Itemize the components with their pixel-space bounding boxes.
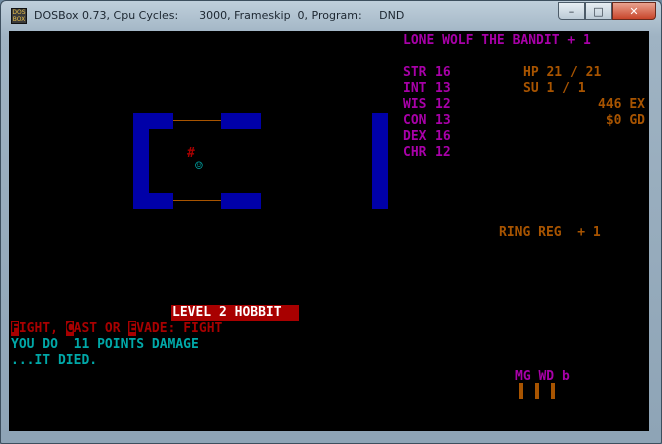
indicator-bar xyxy=(535,383,539,399)
maximize-button[interactable]: □ xyxy=(585,2,612,20)
stat-value: 13 xyxy=(435,113,451,128)
stat-name: STR xyxy=(403,65,427,80)
wall-segment xyxy=(133,193,173,209)
fight-hotkey[interactable]: F xyxy=(11,321,19,336)
chosen-action: FIGHT xyxy=(183,321,223,336)
door-line xyxy=(173,120,221,121)
evade-option: VADE: xyxy=(136,321,184,336)
stat-name: DEX xyxy=(403,129,427,144)
stat-name: WIS xyxy=(403,97,427,112)
door-line xyxy=(173,200,221,201)
indicator-bar xyxy=(551,383,555,399)
spell-units: SU 1 / 1 xyxy=(523,81,586,96)
experience: 446 EX xyxy=(598,97,645,112)
cast-option: AST OR xyxy=(73,321,129,336)
combat-prompt: FIGHT, CAST OR EVADE: FIGHT xyxy=(11,321,222,337)
fight-option: IGHT, xyxy=(18,321,66,336)
cast-hotkey[interactable]: C xyxy=(65,321,74,336)
death-message: ...IT DIED. xyxy=(11,353,98,368)
minimize-button[interactable]: – xyxy=(558,2,585,20)
damage-message: YOU DO 11 POINTS DAMAGE xyxy=(11,337,199,352)
dosbox-window: DOS BOX DOSBox 0.73, Cpu Cycles: 3000, F… xyxy=(0,0,662,444)
wall-segment xyxy=(221,193,261,209)
stat-name: CHR xyxy=(403,145,427,160)
indicator-labels: MG WD b xyxy=(515,369,570,384)
stat-value: 13 xyxy=(435,81,451,96)
stat-value: 12 xyxy=(435,145,451,160)
game-screen[interactable]: # ☺ LONE WOLF THE BANDIT + 1 STR 16 INT … xyxy=(9,31,649,431)
player-marker: ☺ xyxy=(195,159,203,174)
stat-value: 16 xyxy=(435,129,451,144)
monster-marker: # xyxy=(187,146,195,161)
wall-segment xyxy=(221,113,261,129)
hit-points: HP 21 / 21 xyxy=(523,65,602,80)
dosbox-app-icon[interactable]: DOS BOX xyxy=(11,8,27,24)
indicator-bar xyxy=(519,383,523,399)
stat-value: 16 xyxy=(435,65,451,80)
window-title: DOSBox 0.73, Cpu Cycles: 3000, Frameskip… xyxy=(34,9,405,22)
close-button[interactable]: ✕ xyxy=(612,2,656,20)
stat-value: 12 xyxy=(435,97,451,112)
level-banner: LEVEL 2 HOBBIT xyxy=(172,305,282,320)
gold: $0 GD xyxy=(605,113,645,128)
caption-buttons: – □ ✕ xyxy=(558,2,656,21)
stat-name: INT xyxy=(403,81,427,96)
stat-name: CON xyxy=(403,113,427,128)
title-bar[interactable]: DOS BOX DOSBox 0.73, Cpu Cycles: 3000, F… xyxy=(1,1,661,31)
equipped-item: RING REG + 1 xyxy=(499,225,601,240)
character-name: LONE WOLF THE BANDIT + 1 xyxy=(403,33,591,48)
wall-segment xyxy=(372,113,388,209)
